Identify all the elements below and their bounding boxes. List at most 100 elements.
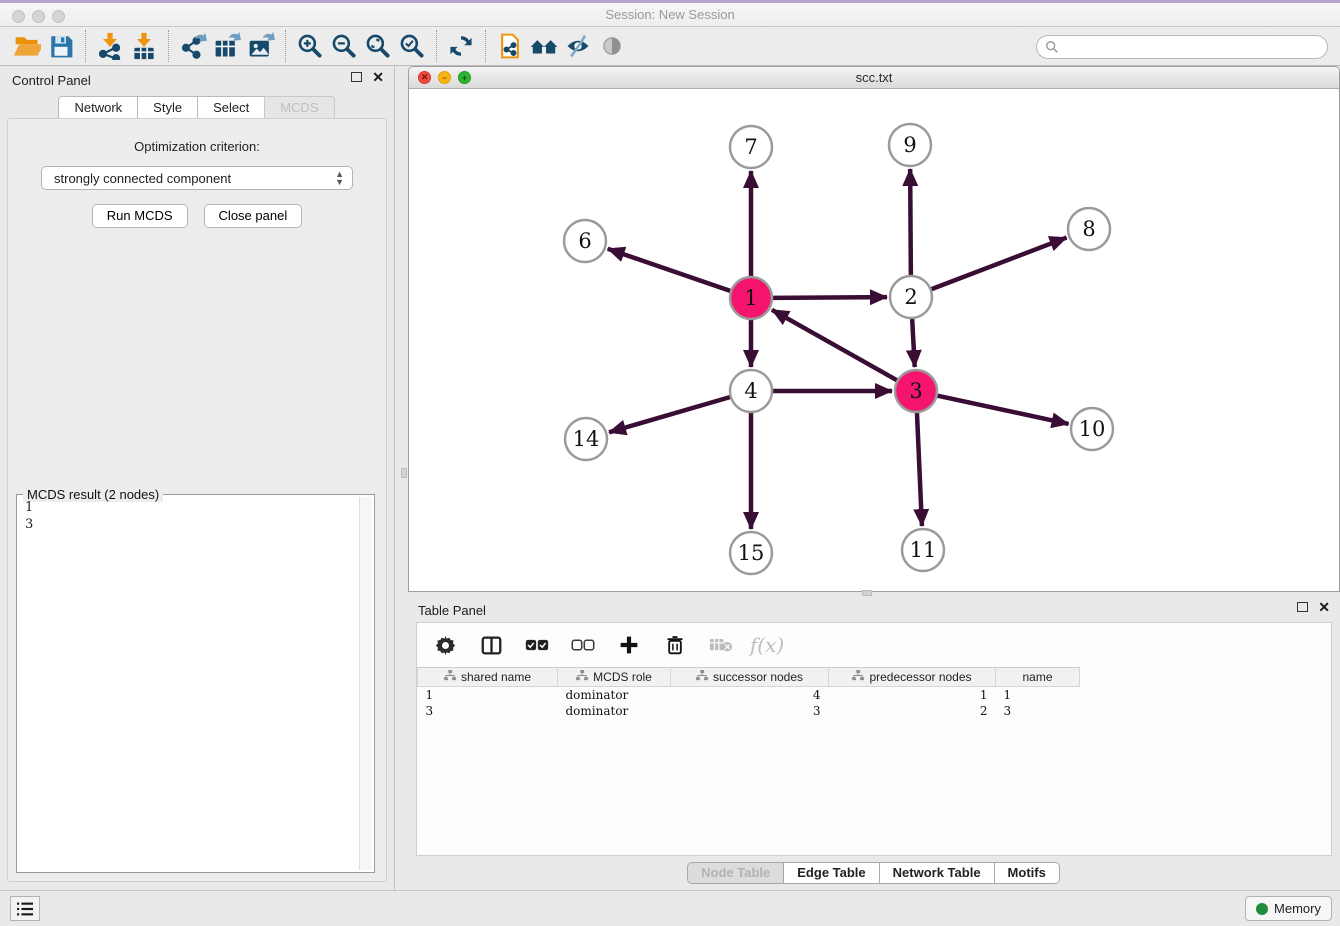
node-table: shared nameMCDS rolesuccessor nodesprede… (417, 667, 1080, 719)
search-icon (1045, 40, 1059, 54)
table-row[interactable]: 3dominator323 (418, 703, 1080, 719)
control-panel-tabs: NetworkStyleSelectMCDS (0, 96, 394, 120)
network-window-titlebar[interactable]: ✕ − + scc.txt (409, 67, 1339, 89)
deselect-all-icon[interactable] (571, 633, 595, 657)
float-table-panel-icon[interactable] (1297, 602, 1308, 612)
zoom-in-icon[interactable] (293, 30, 327, 62)
network-window-title: scc.txt (409, 70, 1339, 85)
tab-mcds[interactable]: MCDS (264, 96, 334, 120)
float-panel-icon[interactable] (351, 72, 362, 82)
column-header-successor-nodes[interactable]: successor nodes (671, 668, 829, 687)
toolbar-separator (168, 30, 169, 62)
node-label-11: 11 (910, 538, 937, 562)
node-label-3: 3 (909, 379, 922, 403)
show-all-icon[interactable] (595, 30, 629, 62)
cell-MCDS-role[interactable]: dominator (558, 703, 671, 719)
select-all-icon[interactable] (525, 633, 549, 657)
cell-shared-name[interactable]: 3 (418, 703, 558, 719)
column-header-predecessor-nodes[interactable]: predecessor nodes (829, 668, 996, 687)
node-label-1: 1 (744, 286, 757, 310)
column-header-name[interactable]: name (996, 668, 1080, 687)
node-label-6: 6 (578, 229, 591, 253)
table-settings-gear-icon[interactable] (433, 633, 457, 657)
node-label-4: 4 (744, 379, 757, 403)
edge-2-8[interactable] (932, 238, 1067, 290)
tab-edge-table[interactable]: Edge Table (783, 862, 879, 884)
column-tree-icon (696, 670, 708, 684)
cell-predecessor-nodes[interactable]: 2 (829, 703, 996, 719)
column-tree-icon (852, 670, 864, 684)
select-arrows-icon: ▲▼ (335, 170, 344, 186)
tab-style[interactable]: Style (137, 96, 198, 120)
cell-successor-nodes[interactable]: 3 (671, 703, 829, 719)
tab-network[interactable]: Network (58, 96, 138, 120)
optimization-criterion-label: Optimization criterion: (8, 139, 386, 154)
hide-selected-icon[interactable] (561, 30, 595, 62)
table-row[interactable]: 1dominator411 (418, 687, 1080, 703)
import-network-icon[interactable] (93, 30, 127, 62)
edge-2-3[interactable] (912, 319, 915, 367)
toolbar-separator (485, 30, 486, 62)
task-history-button[interactable] (10, 896, 40, 921)
close-panel-button[interactable]: Close panel (204, 204, 303, 228)
optimization-criterion-select[interactable]: strongly connected component ▲▼ (41, 166, 353, 190)
zoom-selected-icon[interactable] (395, 30, 429, 62)
column-tree-icon (444, 670, 456, 684)
selected-criterion: strongly connected component (54, 171, 231, 186)
column-header-shared-name[interactable]: shared name (418, 668, 558, 687)
cell-predecessor-nodes[interactable]: 1 (829, 687, 996, 703)
cell-name[interactable]: 3 (996, 703, 1080, 719)
save-session-icon[interactable] (44, 30, 78, 62)
import-table-icon[interactable] (127, 30, 161, 62)
export-network-icon[interactable] (176, 30, 210, 62)
table-toolbar: f(x) (417, 623, 1331, 667)
edge-2-9[interactable] (910, 169, 911, 275)
export-table-icon[interactable] (210, 30, 244, 62)
node-label-2: 2 (904, 285, 917, 309)
tab-motifs[interactable]: Motifs (994, 862, 1060, 884)
zoom-fit-icon[interactable] (361, 30, 395, 62)
export-image-icon[interactable] (244, 30, 278, 62)
window-title: Session: New Session (0, 7, 1340, 22)
zoom-out-icon[interactable] (327, 30, 361, 62)
network-graph[interactable]: 7968124314101511 (409, 89, 1339, 592)
edge-1-6[interactable] (608, 249, 730, 291)
search-box[interactable] (1036, 35, 1328, 59)
first-neighbors-icon[interactable] (493, 30, 527, 62)
network-view-window: ✕ − + scc.txt 7968124314101511 (408, 66, 1340, 592)
run-mcds-button[interactable]: Run MCDS (92, 204, 188, 228)
add-column-icon[interactable] (617, 633, 641, 657)
close-table-panel-icon[interactable]: ✕ (1318, 602, 1330, 612)
tab-network-table[interactable]: Network Table (879, 862, 995, 884)
tab-select[interactable]: Select (197, 96, 265, 120)
refresh-icon[interactable] (444, 30, 478, 62)
cell-MCDS-role[interactable]: dominator (558, 687, 671, 703)
edge-3-1[interactable] (772, 310, 897, 380)
result-scrollbar[interactable] (359, 497, 372, 870)
tab-node-table[interactable]: Node Table (687, 862, 784, 884)
edge-3-11[interactable] (917, 413, 922, 526)
mcds-result-text[interactable]: 1 3 (19, 497, 358, 870)
home-layout-icon[interactable] (527, 30, 561, 62)
function-builder-icon[interactable]: f(x) (755, 633, 779, 657)
close-panel-icon[interactable]: ✕ (372, 72, 384, 82)
memory-button[interactable]: Memory (1245, 896, 1332, 921)
cell-successor-nodes[interactable]: 4 (671, 687, 829, 703)
cell-name[interactable]: 1 (996, 687, 1080, 703)
search-input[interactable] (1059, 40, 1319, 54)
column-header-MCDS-role[interactable]: MCDS role (558, 668, 671, 687)
app-titlebar: Session: New Session (0, 0, 1340, 27)
vertical-splitter-handle[interactable] (401, 468, 407, 478)
edge-3-10[interactable] (938, 396, 1069, 424)
delete-table-icon[interactable] (709, 633, 733, 657)
cell-shared-name[interactable]: 1 (418, 687, 558, 703)
delete-column-icon[interactable] (663, 633, 687, 657)
edge-4-14[interactable] (609, 397, 730, 432)
memory-status-icon (1256, 903, 1268, 915)
mcds-tab-content: Optimization criterion: strongly connect… (7, 118, 387, 882)
column-view-icon[interactable] (479, 633, 503, 657)
network-canvas[interactable]: 7968124314101511 (409, 89, 1339, 591)
memory-label: Memory (1274, 901, 1321, 916)
open-file-icon[interactable] (10, 30, 44, 62)
edge-1-2[interactable] (773, 297, 887, 298)
